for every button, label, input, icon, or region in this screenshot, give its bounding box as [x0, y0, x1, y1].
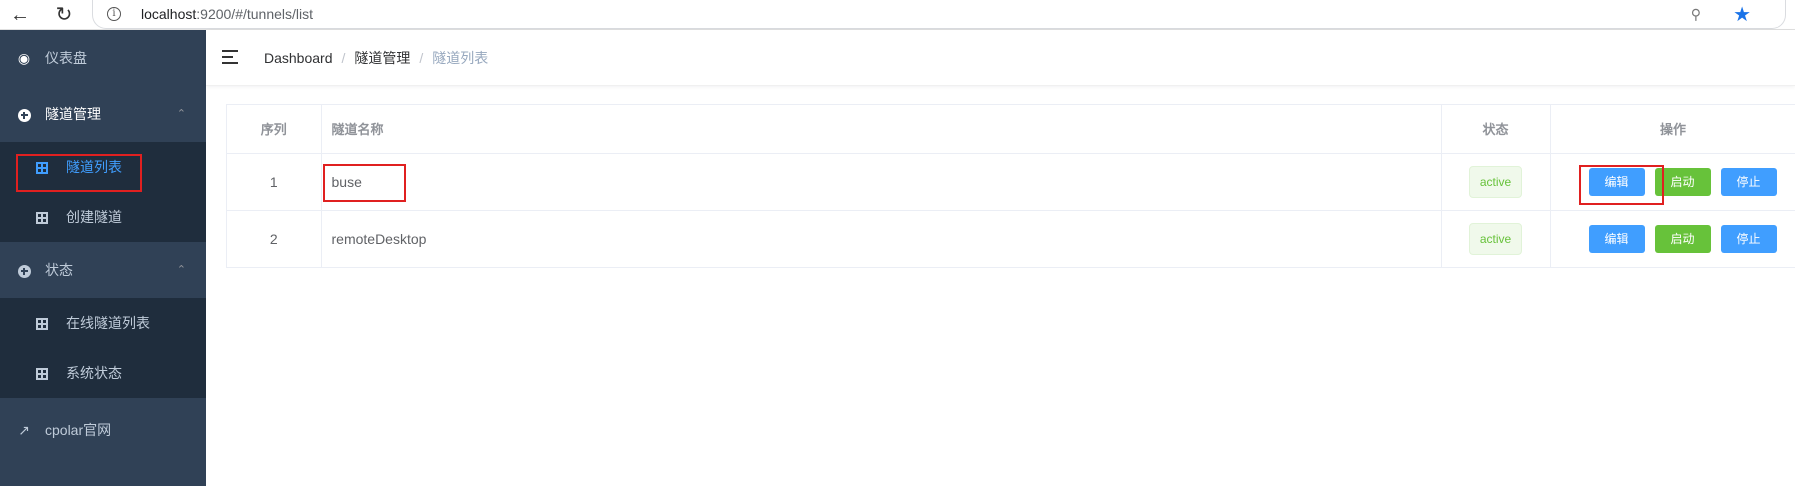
tunnel-name: remoteDesktop [321, 210, 1442, 268]
table-row: 1 buse active 编辑 启动 停止 [227, 153, 1795, 211]
dashboard-icon: ◉ [17, 50, 31, 66]
column-header-actions: 操作 [1550, 105, 1795, 154]
tunnels-table: 序列 隧道名称 状态 操作 1 buse active 编辑 启动 停止 2 rem… [226, 104, 1795, 268]
sidebar-item-official-site[interactable]: ↗ cpolar官网 [0, 402, 206, 458]
sidebar: ◉ 仪表盘 隧道管理 ⌃ 隧道列表 创建隧道 状态 ⌃ 在线隧道列表 系统状态 … [0, 30, 206, 486]
hamburger-menu-icon[interactable] [222, 50, 240, 64]
sidebar-item-label: 隧道列表 [66, 159, 122, 175]
reload-icon[interactable]: ↻ [52, 3, 76, 27]
column-header-status: 状态 [1441, 105, 1551, 154]
sidebar-item-online-tunnels[interactable]: 在线隧道列表 [0, 298, 206, 348]
edit-button[interactable]: 编辑 [1588, 167, 1645, 196]
row-index: 1 [227, 153, 322, 211]
row-index: 2 [227, 210, 322, 268]
breadcrumb-separator: / [419, 50, 424, 66]
stop-button[interactable]: 停止 [1720, 224, 1777, 253]
sidebar-item-label: 状态 [45, 262, 73, 278]
tunnel-submenu: 隧道列表 创建隧道 [0, 142, 206, 242]
breadcrumb-tunnel-management[interactable]: 隧道管理 [354, 50, 410, 66]
plus-circle-icon [16, 242, 32, 298]
breadcrumb: Dashboard / 隧道管理 / 隧道列表 [264, 30, 488, 86]
sidebar-item-tunnel-management[interactable]: 隧道管理 ⌃ [0, 86, 206, 142]
url-text[interactable]: localhost:9200/#/tunnels/list [141, 6, 313, 22]
grid-icon [36, 142, 48, 192]
address-bar[interactable]: i localhost:9200/#/tunnels/list ⚲ ★ [92, 0, 1786, 29]
breadcrumb-dashboard[interactable]: Dashboard [264, 50, 333, 66]
sidebar-item-dashboard[interactable]: ◉ 仪表盘 [0, 30, 206, 86]
sidebar-item-status[interactable]: 状态 ⌃ [0, 242, 206, 298]
column-header-name: 隧道名称 [321, 105, 1442, 154]
external-link-icon: ↗ [18, 422, 30, 438]
edit-button[interactable]: 编辑 [1588, 224, 1645, 253]
breadcrumb-separator: / [341, 50, 346, 66]
status-badge: active [1468, 222, 1523, 255]
breadcrumb-current: 隧道列表 [432, 50, 489, 66]
sidebar-item-tunnel-list[interactable]: 隧道列表 [0, 142, 206, 192]
stop-button[interactable]: 停止 [1720, 167, 1777, 196]
sidebar-item-label: 在线隧道列表 [66, 315, 150, 331]
chevron-up-icon: ⌃ [176, 264, 186, 276]
table-header-row: 序列 隧道名称 状态 操作 [227, 105, 1795, 154]
grid-icon [36, 348, 48, 398]
status-badge: active [1468, 165, 1523, 198]
sidebar-item-label: 仪表盘 [45, 50, 87, 66]
key-icon[interactable]: ⚲ [1691, 6, 1701, 23]
chevron-up-icon: ⌃ [176, 108, 186, 120]
back-arrow-icon[interactable]: ← [8, 3, 32, 27]
sidebar-item-label: 隧道管理 [45, 106, 101, 122]
status-submenu: 在线隧道列表 系统状态 [0, 298, 206, 398]
bookmark-star-icon[interactable]: ★ [1733, 2, 1751, 27]
info-icon[interactable]: i [107, 7, 121, 21]
grid-icon [36, 192, 48, 242]
sidebar-item-system-status[interactable]: 系统状态 [0, 348, 206, 398]
top-navbar: Dashboard / 隧道管理 / 隧道列表 [206, 30, 1795, 86]
sidebar-item-label: cpolar官网 [45, 422, 112, 438]
tunnel-name: buse [321, 153, 1442, 211]
start-button[interactable]: 启动 [1654, 167, 1711, 196]
table-row: 2 remoteDesktop active 编辑 启动 停止 [227, 210, 1795, 268]
column-header-index: 序列 [227, 105, 322, 154]
plus-circle-icon [16, 86, 32, 142]
sidebar-item-label: 系统状态 [66, 365, 122, 381]
start-button[interactable]: 启动 [1654, 224, 1711, 253]
sidebar-item-create-tunnel[interactable]: 创建隧道 [0, 192, 206, 242]
browser-toolbar: ← ↻ i localhost:9200/#/tunnels/list ⚲ ★ [0, 0, 1795, 30]
sidebar-item-label: 创建隧道 [66, 209, 122, 225]
grid-icon [36, 298, 48, 348]
